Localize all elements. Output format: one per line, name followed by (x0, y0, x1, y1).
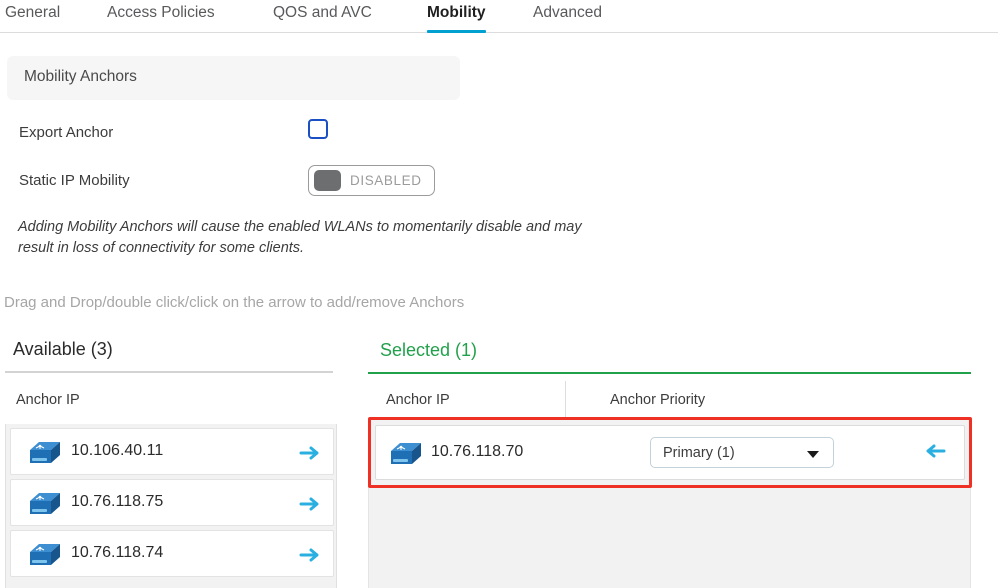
export-anchor-checkbox[interactable] (308, 119, 328, 139)
add-anchor-arrow-icon[interactable] (299, 442, 321, 464)
selected-column-divider (565, 381, 566, 417)
mobility-anchors-banner: Mobility Anchors (7, 56, 460, 100)
tab-qos-and-avc-label: QOS and AVC (273, 4, 372, 21)
list-item[interactable]: 10.76.118.74 (10, 530, 334, 577)
available-title-underline (5, 371, 333, 373)
mobility-warning-text: Adding Mobility Anchors will cause the e… (18, 219, 582, 256)
export-anchor-label: Export Anchor (19, 124, 114, 141)
toggle-state-label: DISABLED (350, 173, 422, 188)
tab-bar: General Access Policies QOS and AVC Mobi… (0, 0, 998, 33)
tab-mobility[interactable]: Mobility (427, 0, 486, 33)
available-anchors-list: 10.106.40.11 10.76.118.75 10.76.118.74 (5, 424, 337, 588)
drag-drop-hint: Drag and Drop/double click/click on the … (4, 294, 465, 311)
switch-icon (27, 439, 61, 467)
table-row[interactable]: 10.76.118.70 Primary (1) (375, 425, 965, 480)
tab-general-label: General (5, 4, 61, 21)
anchor-priority-value: Primary (1) (663, 445, 735, 461)
tab-access-policies-label: Access Policies (107, 4, 215, 21)
remove-anchor-arrow-icon[interactable] (924, 440, 946, 462)
selected-panel-title: Selected (1) (380, 340, 478, 360)
anchor-ip-value: 10.76.118.74 (71, 544, 164, 561)
tab-general[interactable]: General (5, 0, 60, 33)
anchor-ip-value: 10.76.118.70 (431, 443, 524, 460)
switch-icon (27, 490, 61, 518)
add-anchor-arrow-icon[interactable] (299, 493, 321, 515)
selected-column-header-anchor-ip: Anchor IP (386, 392, 450, 408)
static-ip-mobility-toggle[interactable]: DISABLED (308, 165, 435, 196)
toggle-knob (314, 170, 341, 191)
tab-qos-and-avc[interactable]: QOS and AVC (273, 0, 372, 33)
available-panel-title: Available (3) (13, 339, 113, 359)
add-anchor-arrow-icon[interactable] (299, 544, 321, 566)
list-item[interactable]: 10.76.118.75 (10, 479, 334, 526)
anchor-priority-dropdown[interactable]: Primary (1) (650, 437, 834, 468)
selected-title-underline (368, 372, 971, 374)
anchor-ip-value: 10.76.118.75 (71, 493, 164, 510)
active-tab-underline (427, 30, 486, 33)
switch-icon (388, 440, 422, 468)
selected-column-header-anchor-priority: Anchor Priority (610, 392, 706, 408)
mobility-anchors-page: General Access Policies QOS and AVC Mobi… (0, 0, 998, 588)
static-ip-mobility-label: Static IP Mobility (19, 172, 130, 189)
list-item[interactable]: 10.106.40.11 (10, 428, 334, 475)
available-column-header-anchor-ip: Anchor IP (16, 392, 80, 408)
tab-advanced-label: Advanced (533, 4, 602, 21)
switch-icon (27, 541, 61, 569)
chevron-down-icon (807, 451, 819, 458)
anchor-ip-value: 10.106.40.11 (71, 442, 164, 459)
tab-access-policies[interactable]: Access Policies (107, 0, 215, 33)
tab-mobility-label: Mobility (427, 4, 486, 21)
section-title: Mobility Anchors (24, 68, 137, 85)
tab-advanced[interactable]: Advanced (533, 0, 602, 33)
